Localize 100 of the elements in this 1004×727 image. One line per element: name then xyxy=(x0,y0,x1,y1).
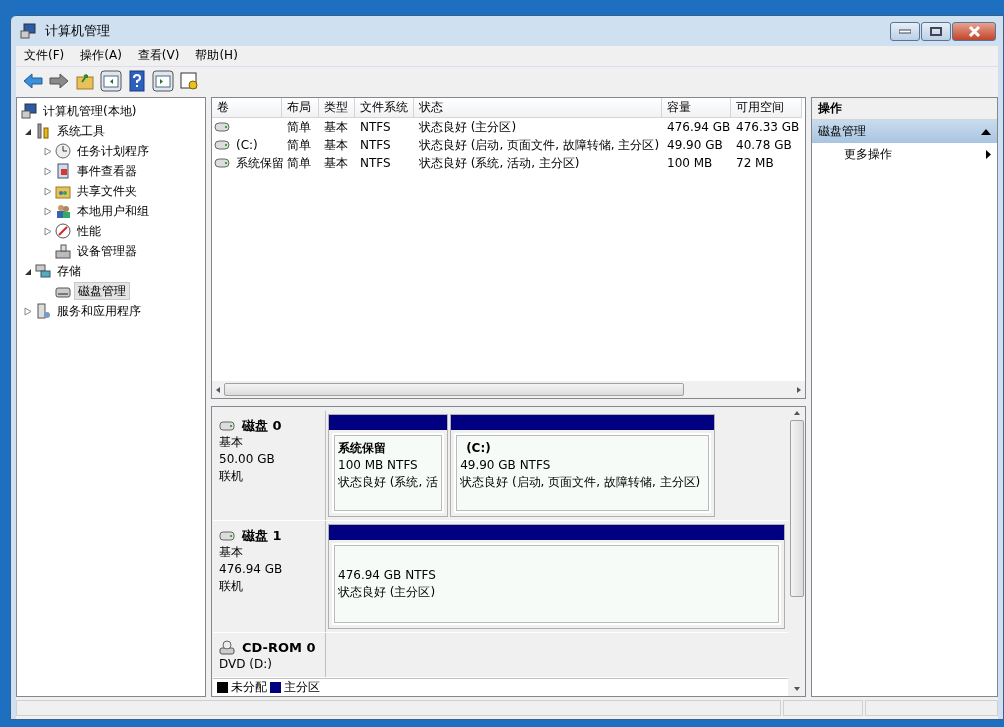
tree-item[interactable]: 计算机管理(本地) xyxy=(40,102,140,120)
disk-info: 50.00 GB xyxy=(219,452,275,466)
menu-item[interactable]: 帮助(H) xyxy=(187,46,246,66)
log-icon xyxy=(55,163,71,179)
partition[interactable]: 系统保留 100 MB NTFS 状态良好 (系统, 活 xyxy=(328,414,449,517)
menu-item[interactable]: 查看(V) xyxy=(129,46,188,66)
help-icon[interactable] xyxy=(126,69,148,92)
table-cell: NTFS xyxy=(360,119,391,135)
submenu-arrow-icon xyxy=(986,149,991,159)
legend-label: 未分配 xyxy=(231,680,267,695)
scrollbar-thumb[interactable] xyxy=(224,383,684,396)
tree-item[interactable]: 存储 xyxy=(54,262,84,280)
column-header[interactable]: 状态 xyxy=(414,98,662,118)
column-header[interactable]: 文件系统 xyxy=(355,98,414,118)
tree-item[interactable]: 服务和应用程序 xyxy=(54,302,144,320)
disk-info: 联机 xyxy=(219,469,243,483)
computer-icon xyxy=(20,23,36,39)
table-cell: 72 MB xyxy=(736,155,774,171)
disk-info: DVD (D:) xyxy=(219,657,272,671)
tree-item[interactable]: 磁盘管理 xyxy=(74,281,130,301)
column-header[interactable]: 类型 xyxy=(319,98,355,118)
disk-info: 联机 xyxy=(219,579,243,593)
tree-item[interactable]: 设备管理器 xyxy=(74,242,140,260)
action-label: 更多操作 xyxy=(844,146,892,162)
tree-item[interactable]: 系统工具 xyxy=(54,122,108,140)
table-cell: NTFS xyxy=(360,137,391,153)
action-pane-icon[interactable] xyxy=(152,69,174,92)
scroll-right-icon[interactable] xyxy=(795,385,803,394)
partition-size: 476.94 GB NTFS xyxy=(338,568,436,582)
partition-size: 49.90 GB NTFS xyxy=(460,458,551,472)
expand-arrow-icon[interactable] xyxy=(44,166,52,176)
partition-status: 状态良好 (主分区) xyxy=(338,585,436,599)
table-cell: 简单 xyxy=(287,155,311,171)
table-cell: 状态良好 (启动, 页面文件, 故障转储, 主分区) xyxy=(419,137,660,153)
close-icon xyxy=(967,25,981,37)
table-cell: 40.78 GB xyxy=(736,137,792,153)
column-header[interactable]: 布局 xyxy=(282,98,319,118)
collapse-icon[interactable] xyxy=(981,128,991,135)
partition[interactable]: (C:) 49.90 GB NTFS 状态良好 (启动, 页面文件, 故障转储, 主分区) xyxy=(450,414,716,517)
minimize-button[interactable] xyxy=(890,21,920,41)
tree-item[interactable]: 本地用户和组 xyxy=(74,202,152,220)
table-cell: 状态良好 (主分区) xyxy=(419,119,517,135)
disk-info: 基本 xyxy=(219,545,243,559)
table-cell: 系统保留 xyxy=(236,155,284,171)
disk-info: 基本 xyxy=(219,435,243,449)
table-cell: 基本 xyxy=(324,119,348,135)
shared-folder-icon xyxy=(55,183,71,199)
drive-icon xyxy=(214,119,230,135)
partition-status: 状态良好 (系统, 活 xyxy=(338,475,439,489)
disk-name: 磁盘 1 xyxy=(242,527,282,544)
action-section[interactable]: 磁盘管理 xyxy=(812,120,997,143)
gauge-icon xyxy=(55,223,71,239)
device-icon xyxy=(55,243,71,259)
maximize-button[interactable] xyxy=(921,21,951,41)
tree-item[interactable]: 任务计划程序 xyxy=(74,142,152,160)
storage-icon xyxy=(35,263,51,279)
table-cell: 49.90 GB xyxy=(667,137,723,153)
partition-status: 状态良好 (启动, 页面文件, 故障转储, 主分区) xyxy=(460,475,701,489)
column-header[interactable]: 可用空间 xyxy=(731,98,802,118)
tree-item[interactable]: 事件查看器 xyxy=(74,162,140,180)
table-cell: 简单 xyxy=(287,137,311,153)
expand-arrow-icon[interactable] xyxy=(24,306,32,316)
table-cell: 简单 xyxy=(287,119,311,135)
properties-icon[interactable] xyxy=(178,69,200,92)
table-cell: (C:) xyxy=(236,137,258,153)
expand-arrow-icon[interactable] xyxy=(44,186,52,196)
tree-item[interactable]: 共享文件夹 xyxy=(74,182,140,200)
action-item[interactable]: 更多操作 xyxy=(812,143,997,165)
disk-info: 476.94 GB xyxy=(219,562,283,576)
close-button[interactable] xyxy=(952,21,996,41)
expand-arrow-icon[interactable] xyxy=(44,226,52,236)
legend-label: 主分区 xyxy=(284,680,320,695)
partition-label: (C:) xyxy=(466,441,491,455)
pane-header: 操作 xyxy=(812,98,997,120)
partition[interactable]: 476.94 GB NTFS 状态良好 (主分区) xyxy=(328,524,785,629)
tree-item[interactable]: 性能 xyxy=(74,222,104,240)
table-cell: 状态良好 (系统, 活动, 主分区) xyxy=(419,155,580,171)
expand-arrow-icon[interactable] xyxy=(44,146,52,156)
table-cell: 基本 xyxy=(324,137,348,153)
column-header[interactable]: 容量 xyxy=(662,98,731,118)
scroll-left-icon[interactable] xyxy=(214,385,222,394)
console-tree-icon[interactable] xyxy=(100,69,122,92)
cd-drive-icon xyxy=(219,639,235,656)
table-cell: 基本 xyxy=(324,155,348,171)
table-cell: 476.33 GB xyxy=(736,119,800,135)
menu-item[interactable]: 操作(A) xyxy=(72,46,130,66)
maximize-icon xyxy=(930,26,942,36)
scrollbar-thumb[interactable] xyxy=(790,420,804,597)
disk-name: CD-ROM 0 xyxy=(242,639,316,656)
disk-name: 磁盘 0 xyxy=(242,417,282,434)
clock-icon xyxy=(55,143,71,159)
column-header[interactable]: 卷 xyxy=(212,98,282,118)
table-cell: 100 MB xyxy=(667,155,713,171)
section-title: 磁盘管理 xyxy=(818,124,866,139)
users-icon xyxy=(55,203,71,219)
scroll-down-icon[interactable] xyxy=(793,685,801,693)
menu-item[interactable]: 文件(F) xyxy=(16,46,73,66)
expand-arrow-icon[interactable] xyxy=(44,206,52,216)
scroll-up-icon[interactable] xyxy=(793,409,801,417)
partition-label: 系统保留 xyxy=(338,441,386,455)
